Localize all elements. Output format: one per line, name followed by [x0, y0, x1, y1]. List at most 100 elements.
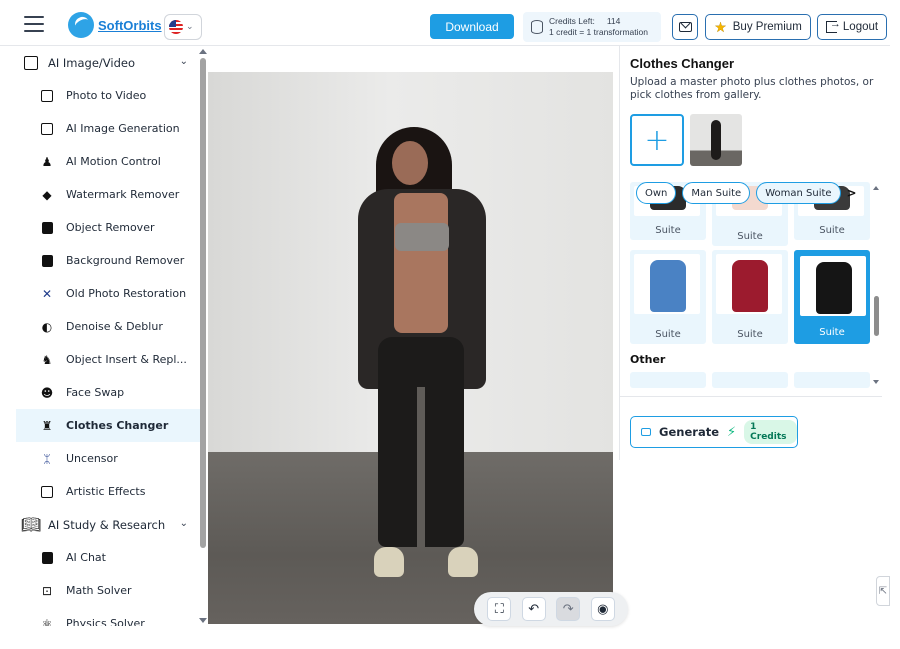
add-photo-button[interactable]: +	[630, 114, 684, 166]
physics-solver-icon: ⚛	[41, 616, 53, 627]
sidebar-item-label: Watermark Remover	[66, 188, 180, 201]
download-button[interactable]: Download	[430, 14, 514, 39]
database-icon	[531, 20, 543, 34]
eraser-icon: ◆	[42, 187, 52, 202]
chevron-down-icon: ⌄	[179, 518, 188, 529]
gallery-item[interactable]	[794, 372, 870, 388]
scroll-up-arrow-icon[interactable]	[199, 49, 207, 54]
menu-icon[interactable]	[24, 16, 44, 34]
sidebar-scrollbar[interactable]	[198, 46, 208, 626]
tab-woman-suite[interactable]: Woman Suite	[756, 182, 841, 204]
redo-icon[interactable]: ↷	[556, 597, 581, 621]
logout-icon	[825, 18, 841, 33]
sidebar: AI Image/Video ⌄ Photo to Video AI Image…	[16, 46, 206, 626]
sidebar-item-label: Old Photo Restoration	[66, 287, 187, 300]
sidebar-item-label: Clothes Changer	[66, 419, 169, 432]
sidebar-item-clothes-changer[interactable]: ♜ Clothes Changer	[16, 409, 206, 442]
gallery-item[interactable]	[630, 372, 706, 388]
sidebar-item-label: Artistic Effects	[66, 485, 146, 498]
uncensor-icon: ᛯ	[43, 451, 51, 466]
master-photo-thumbnail[interactable]	[690, 114, 742, 166]
clothes-gallery: Suite Suite Suite Suite Suite Suite	[630, 182, 872, 388]
chat-icon	[41, 551, 53, 564]
sidebar-item-face-swap[interactable]: ☻ Face Swap	[16, 376, 206, 409]
object-remover-icon	[41, 221, 53, 234]
sidebar-item-label: AI Image Generation	[66, 122, 180, 135]
eye-icon[interactable]: ◉	[590, 597, 615, 621]
credits-indicator: Credits Left: 114 1 credit = 1 transforma…	[523, 12, 661, 42]
sidebar-item-label: Photo to Video	[66, 89, 147, 102]
logout-button[interactable]: Logout	[817, 14, 887, 40]
sidebar-item-ai-image-generation[interactable]: AI Image Generation	[16, 112, 206, 145]
sidebar-item-ai-motion-control[interactable]: ♟ AI Motion Control	[16, 145, 206, 178]
logo[interactable]: SoftOrbits	[68, 12, 162, 38]
sidebar-item-math-solver[interactable]: ⊡ Math Solver	[16, 574, 206, 607]
sidebar-item-ai-chat[interactable]: AI Chat	[16, 541, 206, 574]
sidebar-item-object-remover[interactable]: Object Remover	[16, 211, 206, 244]
undo-icon[interactable]: ↶	[521, 597, 546, 621]
section-label: AI Image/Video	[48, 55, 136, 70]
logout-label: Logout	[842, 21, 879, 33]
scrollbar-thumb[interactable]	[200, 58, 206, 548]
sidebar-item-photo-to-video[interactable]: Photo to Video	[16, 79, 206, 112]
sidebar-item-old-photo-restoration[interactable]: ✕ Old Photo Restoration	[16, 277, 206, 310]
sidebar-item-denoise-deblur[interactable]: ◐ Denoise & Deblur	[16, 310, 206, 343]
sidebar-item-label: Uncensor	[66, 452, 118, 465]
motion-control-icon: ♟	[41, 154, 53, 169]
generate-button[interactable]: Generate ⚡︎ 1 Credits	[630, 416, 798, 448]
panel-title: Clothes Changer	[630, 56, 735, 71]
tab-own[interactable]: Own	[636, 182, 677, 204]
sidebar-item-label: Object Remover	[66, 221, 155, 234]
image-canvas[interactable]	[208, 72, 613, 624]
section-ai-study-research[interactable]: 📖︎ AI Study & Research ⌄	[16, 508, 206, 541]
sidebar-item-watermark-remover[interactable]: ◆ Watermark Remover	[16, 178, 206, 211]
denoise-icon: ◐	[41, 319, 53, 334]
scrollbar-thumb[interactable]	[874, 296, 879, 336]
gallery-item[interactable]	[712, 372, 788, 388]
artistic-effects-icon	[41, 485, 53, 498]
image-gallery-icon	[24, 55, 38, 70]
next-category-icon[interactable]: >	[847, 186, 857, 200]
restoration-icon: ✕	[41, 286, 53, 301]
gallery-item-selected[interactable]: Suite	[794, 250, 870, 344]
sidebar-item-label: Background Remover	[66, 254, 185, 267]
gallery-scrollbar[interactable]	[872, 182, 882, 388]
image-generation-icon	[41, 122, 53, 135]
scroll-up-arrow-icon[interactable]	[873, 186, 879, 190]
gallery-item[interactable]: Suite	[712, 250, 788, 344]
credits-rate: 1 credit = 1 transformation	[549, 27, 648, 37]
edge-tab-icon[interactable]: ⇱	[876, 576, 890, 606]
mail-icon	[678, 22, 692, 32]
fit-screen-icon[interactable]: ⛶	[487, 597, 512, 621]
sidebar-item-background-remover[interactable]: Background Remover	[16, 244, 206, 277]
tab-man-suite[interactable]: Man Suite	[682, 182, 751, 204]
clothes-changer-panel: Clothes Changer Upload a master photo pl…	[619, 46, 882, 460]
face-swap-icon: ☻	[40, 385, 54, 400]
us-flag-icon	[169, 20, 183, 34]
scroll-down-arrow-icon[interactable]	[199, 618, 207, 623]
sidebar-item-uncensor[interactable]: ᛯ Uncensor	[16, 442, 206, 475]
panel-description: Upload a master photo plus clothes photo…	[630, 76, 874, 101]
language-selector[interactable]: ⌄	[164, 14, 202, 40]
scroll-down-arrow-icon[interactable]	[873, 380, 879, 384]
top-bar: SoftOrbits ⌄ Download Credits Left: 114 1…	[0, 6, 890, 46]
clothes-icon: ♜	[41, 418, 53, 433]
section-label: AI Study & Research	[48, 517, 166, 532]
buy-premium-button[interactable]: ★ Buy Premium	[705, 14, 811, 40]
logo-icon	[68, 12, 94, 38]
sidebar-item-label: Denoise & Deblur	[66, 320, 163, 333]
credits-label: Credits Left:	[549, 16, 595, 26]
book-icon: 📖︎	[20, 515, 42, 534]
sidebar-item-object-insert[interactable]: ♞ Object Insert & Repl...	[16, 343, 206, 376]
buy-premium-label: Buy Premium	[732, 21, 802, 33]
gallery-item[interactable]: Suite	[630, 250, 706, 344]
sidebar-item-label: Object Insert & Repl...	[66, 353, 187, 366]
brand-name: SoftOrbits	[98, 17, 162, 33]
sidebar-item-artistic-effects[interactable]: Artistic Effects	[16, 475, 206, 508]
section-ai-image-video[interactable]: AI Image/Video ⌄	[16, 46, 206, 79]
object-insert-icon: ♞	[41, 352, 53, 367]
background-remover-icon	[41, 254, 53, 267]
mail-button[interactable]	[672, 14, 698, 40]
other-section-label: Other	[630, 353, 666, 366]
sidebar-item-physics-solver[interactable]: ⚛ Physics Solver	[16, 607, 206, 627]
